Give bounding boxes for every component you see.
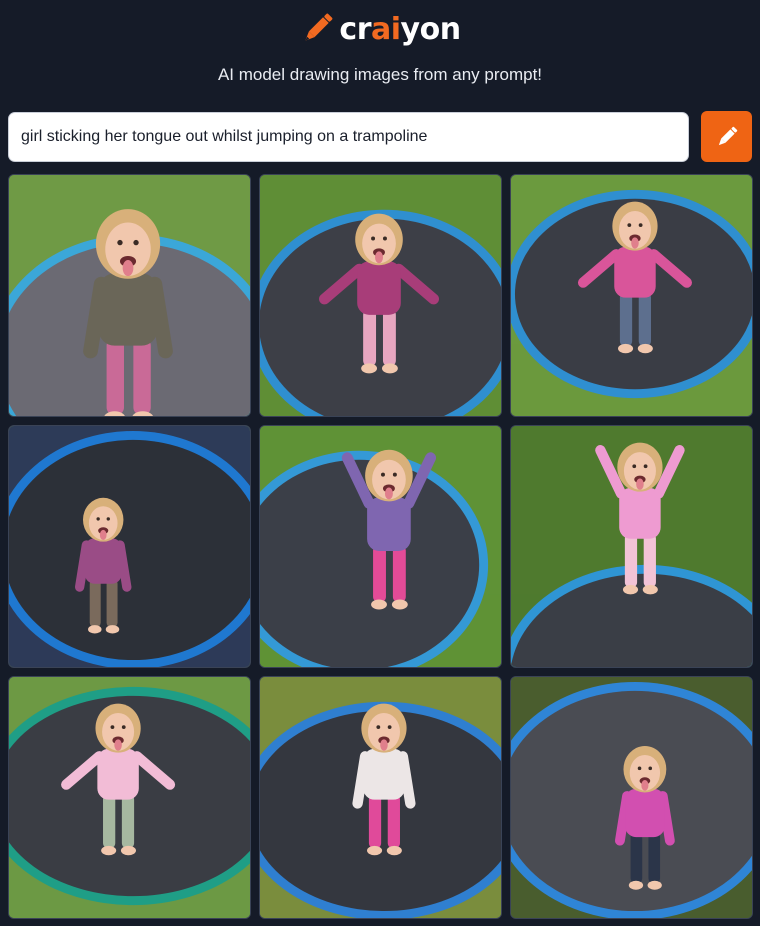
result-image-7[interactable] [8, 676, 251, 919]
craiyon-page: craiyon AI model drawing images from any… [0, 0, 760, 926]
generated-image [9, 175, 250, 416]
result-image-4[interactable] [8, 425, 251, 668]
pencil-icon [718, 126, 737, 145]
prompt-input[interactable] [21, 128, 676, 146]
tagline: AI model drawing images from any prompt! [217, 65, 543, 84]
logo-text: craiyon [339, 12, 461, 47]
prompt-field[interactable] [8, 112, 689, 162]
result-image-1[interactable] [8, 174, 251, 417]
logo[interactable]: craiyon [0, 10, 760, 50]
result-image-9[interactable] [510, 676, 753, 919]
pencil-logo-icon [305, 13, 333, 41]
generated-image [511, 677, 752, 918]
generated-image [260, 175, 501, 416]
generated-image [511, 426, 752, 667]
result-image-6[interactable] [510, 425, 753, 668]
generated-image [260, 426, 501, 667]
generated-image [511, 175, 752, 416]
result-image-8[interactable] [259, 676, 502, 919]
generated-image [9, 677, 250, 918]
result-image-3[interactable] [510, 174, 753, 417]
result-image-5[interactable] [259, 425, 502, 668]
results-grid [8, 174, 753, 919]
generated-image [260, 677, 501, 918]
result-image-2[interactable] [259, 174, 502, 417]
generated-image [9, 426, 250, 667]
draw-button[interactable] [701, 111, 752, 162]
